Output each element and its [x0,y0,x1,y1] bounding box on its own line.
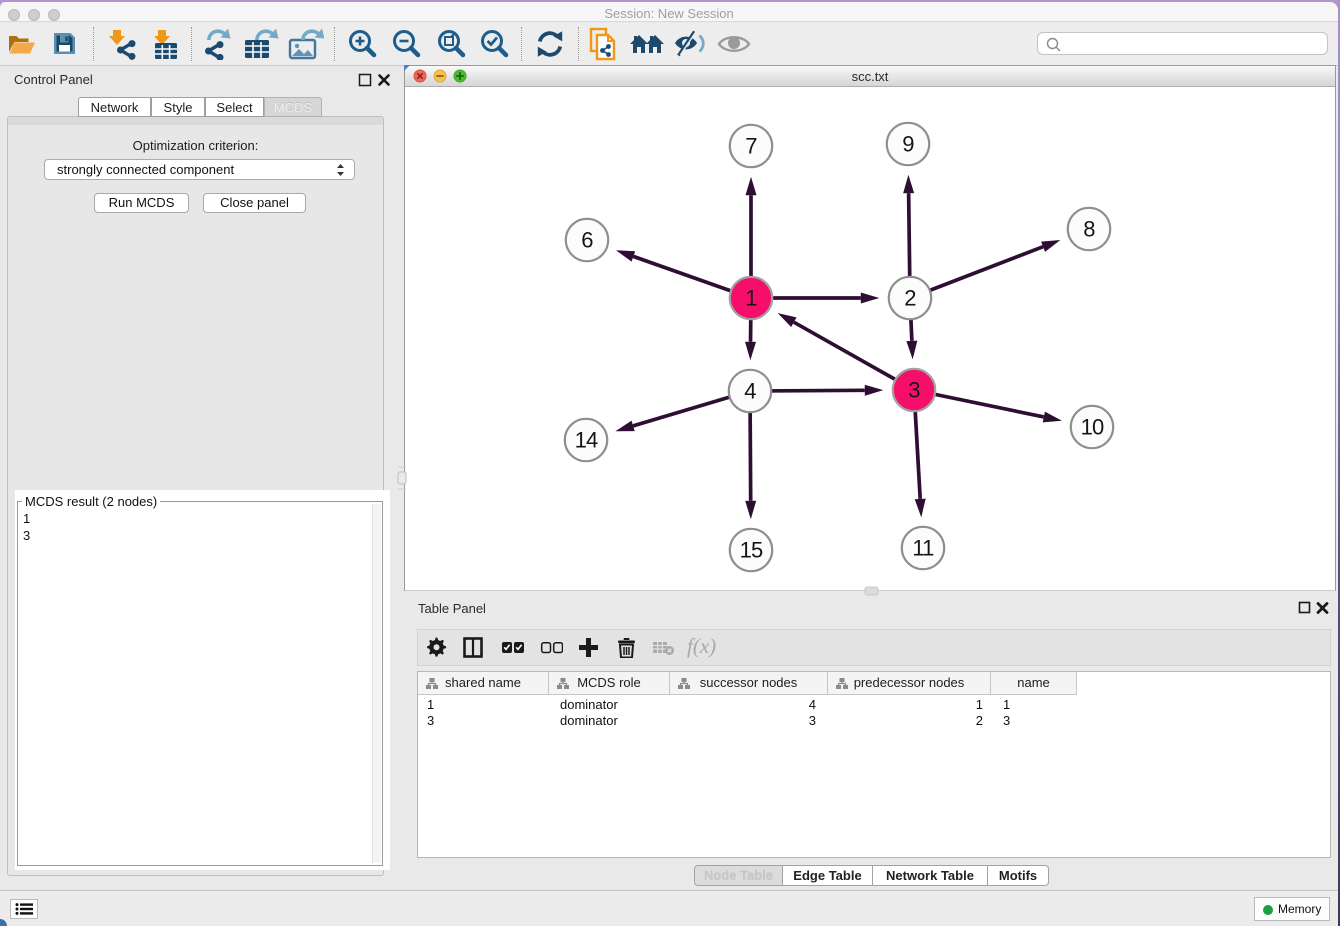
svg-text:10: 10 [1081,415,1104,440]
svg-text:7: 7 [745,134,757,159]
svg-text:15: 15 [740,538,763,563]
svg-text:11: 11 [912,536,934,561]
svg-text:3: 3 [908,378,920,403]
svg-text:1: 1 [745,286,757,311]
svg-text:9: 9 [902,132,914,157]
svg-text:2: 2 [904,286,916,311]
svg-text:14: 14 [575,428,598,453]
svg-text:8: 8 [1083,217,1095,242]
svg-text:4: 4 [744,379,756,404]
svg-text:6: 6 [581,228,593,253]
